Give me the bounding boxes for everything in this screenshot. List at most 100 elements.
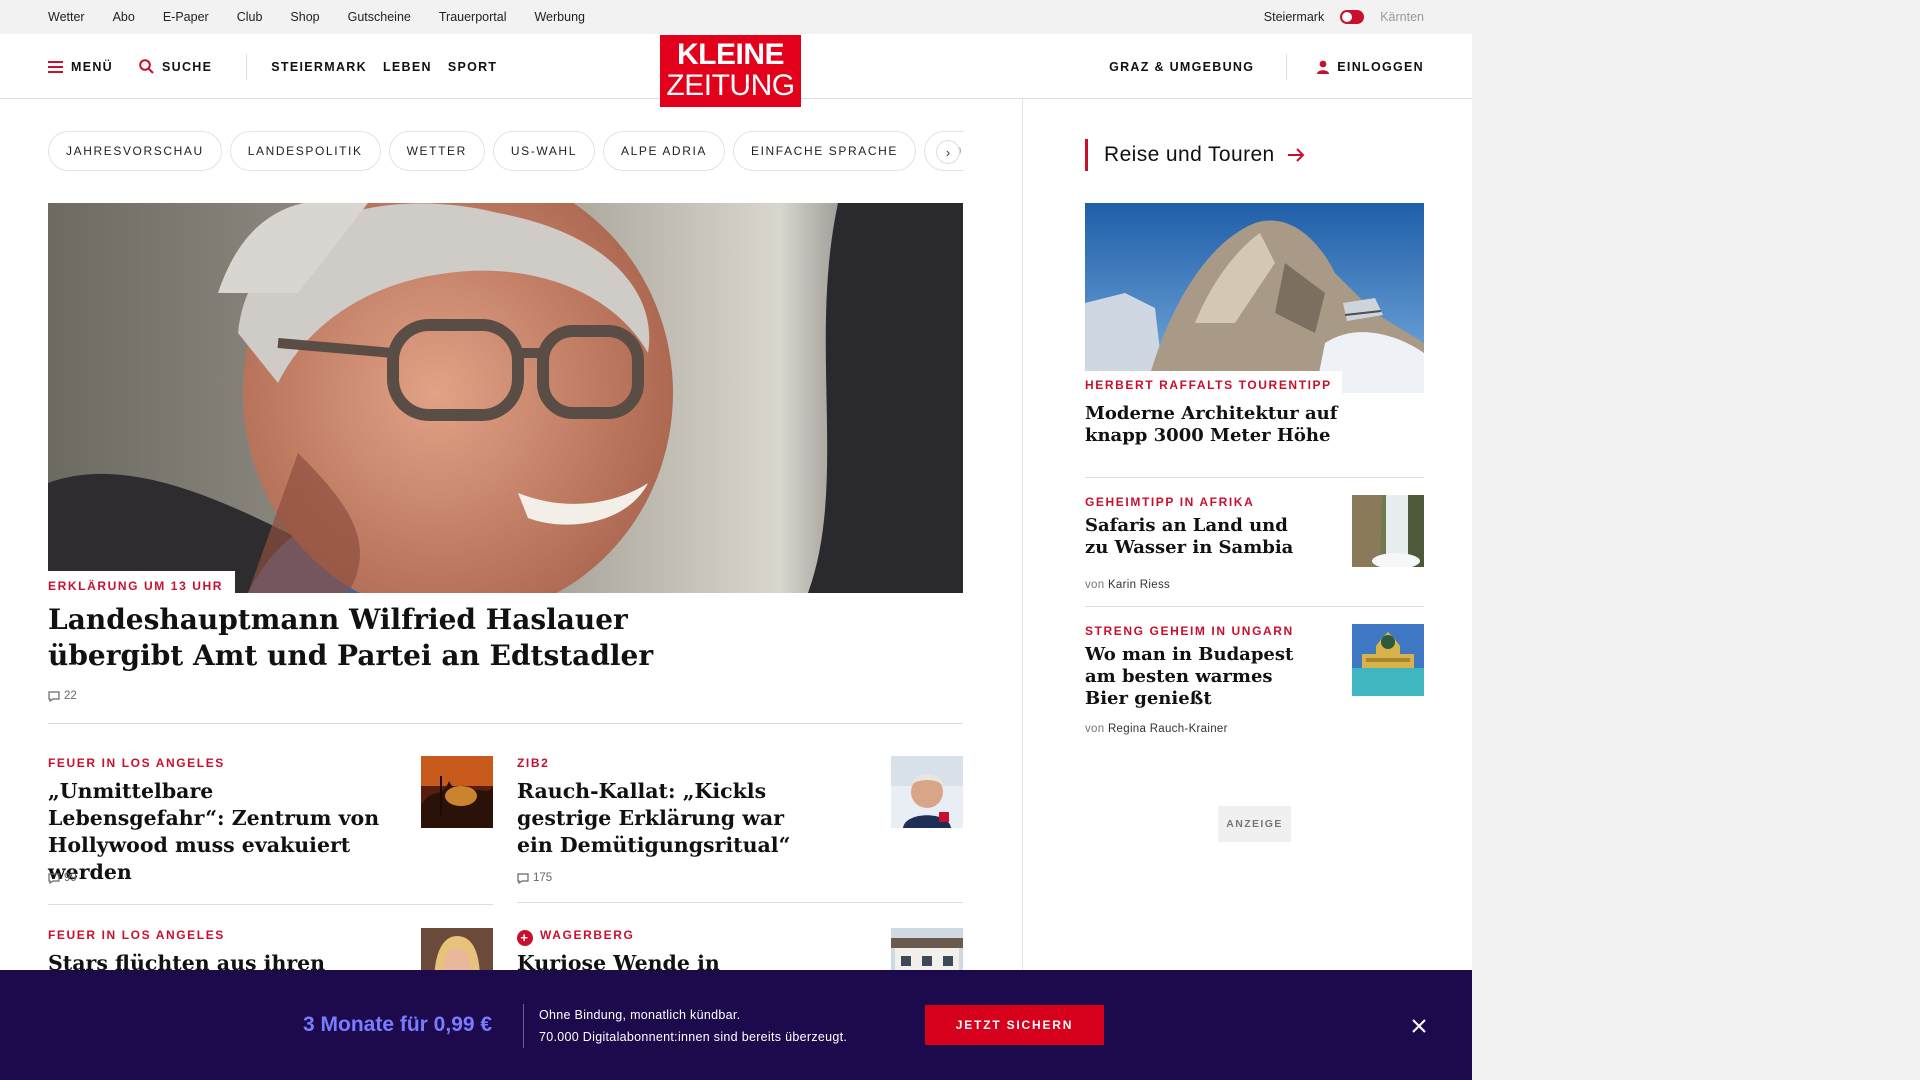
region-toggle[interactable]	[1340, 10, 1365, 24]
close-banner-button[interactable]	[1406, 1013, 1432, 1039]
header-divider	[246, 53, 248, 80]
pill-jahresvorschau[interactable]: JAHRESVORSCHAU	[48, 131, 222, 171]
pill-landespolitik[interactable]: LANDESPOLITIK	[229, 131, 381, 171]
utility-link-wetter[interactable]: Wetter	[48, 10, 85, 24]
region-switch: Steiermark Kärnten	[1264, 0, 1424, 34]
section-header-reise[interactable]: Reise und Touren	[1085, 139, 1305, 171]
travel-hero-image[interactable]	[1085, 203, 1424, 393]
article-comments[interactable]: 99	[48, 872, 77, 884]
article-thumbnail[interactable]	[891, 756, 963, 828]
pills-next-button[interactable]: ›	[936, 140, 960, 164]
article-headline[interactable]: „Unmittelbare Lebensgefahr“: Zentrum von…	[48, 778, 383, 886]
pill-wetter[interactable]: WETTER	[388, 131, 485, 171]
section-title: Reise und Touren	[1104, 143, 1275, 166]
pill-einfache-sprache[interactable]: EINFACHE SPRACHE	[733, 131, 916, 171]
hero-comments[interactable]: 22	[48, 690, 77, 702]
nav-sport[interactable]: SPORT	[448, 60, 498, 74]
hero-comment-count: 22	[64, 690, 77, 702]
subscribe-button[interactable]: JETZT SICHERN	[925, 1005, 1104, 1045]
article-kicker: FEUER IN LOS ANGELES	[48, 756, 225, 770]
logo-line-1: KLEINE	[676, 38, 785, 71]
hero-headline[interactable]: Landeshauptmann Wilfried Haslauer übergi…	[48, 602, 668, 674]
utility-link-epaper[interactable]: E-Paper	[163, 10, 209, 24]
promo-offer: 3 Monate für 0,99 €	[303, 1013, 493, 1036]
divider	[517, 902, 963, 903]
article-card[interactable]: FEUER IN LOS ANGELES „Unmittelbare Leben…	[48, 756, 493, 888]
header-divider-right	[1286, 53, 1288, 80]
article-kicker: + WAGERBERG	[517, 928, 634, 946]
nav-leben[interactable]: LEBEN	[383, 60, 432, 74]
close-icon	[1412, 1019, 1426, 1033]
article-kicker-text: WAGERBERG	[540, 928, 635, 942]
site-logo[interactable]: KLEINE ZEITUNG	[660, 35, 801, 107]
article-card[interactable]: ZIB2 Rauch-Kallat: „Kickls gestrige Erkl…	[517, 756, 963, 888]
author-name[interactable]: Karin Riess	[1108, 579, 1170, 591]
waterfall-photo	[1352, 495, 1424, 567]
column-divider	[1022, 99, 1023, 1080]
hero-image[interactable]	[48, 203, 963, 593]
utility-link-werbung[interactable]: Werbung	[534, 10, 585, 24]
article-thumbnail[interactable]	[421, 756, 493, 828]
travel-article-card[interactable]: STRENG GEHEIM IN UNGARN Wo man in Budape…	[1085, 624, 1424, 744]
search-button[interactable]: SUCHE	[139, 59, 212, 74]
budapest-bath-photo	[1352, 624, 1424, 696]
search-label: SUCHE	[162, 59, 213, 74]
comment-icon	[517, 872, 529, 884]
comment-icon	[48, 872, 60, 884]
login-label: EINLOGGEN	[1337, 59, 1424, 74]
author-name[interactable]: Regina Rauch-Krainer	[1108, 723, 1228, 735]
divider	[48, 723, 963, 724]
region-kaernten[interactable]: Kärnten	[1380, 10, 1424, 24]
article-headline[interactable]: Wo man in Budapest am besten warmes Bier…	[1085, 644, 1305, 710]
news-page: Wetter Abo E-Paper Club Shop Gutscheine …	[0, 0, 1472, 1080]
logo-line-2: ZEITUNG	[666, 69, 795, 102]
main-header: MENÜ SUCHE STEIERMARK LEBEN SPORT KLEINE…	[0, 34, 1472, 107]
article-kicker: ZIB2	[517, 756, 550, 770]
utility-link-shop[interactable]: Shop	[290, 10, 319, 24]
utility-link-club[interactable]: Club	[237, 10, 263, 24]
author-prefix: von	[1085, 579, 1105, 591]
hero-kicker: ERKLÄRUNG UM 13 UHR	[48, 571, 236, 593]
nav-graz-umgebung[interactable]: GRAZ & UMGEBUNG	[1109, 60, 1254, 74]
promo-text: Ohne Bindung, monatlich kündbar. 70.000 …	[539, 1004, 847, 1048]
hamburger-icon	[48, 60, 63, 73]
mountain-photo	[1085, 203, 1424, 393]
article-comment-count: 99	[64, 872, 77, 884]
article-author: von Karin Riess	[1085, 579, 1170, 591]
utility-link-gutscheine[interactable]: Gutscheine	[348, 10, 411, 24]
article-headline[interactable]: Rauch-Kallat: „Kickls gestrige Erklärung…	[517, 778, 807, 859]
article-kicker: STRENG GEHEIM IN UNGARN	[1085, 624, 1294, 638]
region-steiermark[interactable]: Steiermark	[1264, 10, 1324, 24]
portrait-photo	[48, 203, 963, 593]
topic-pills: JAHRESVORSCHAU LANDESPOLITIK WETTER US-W…	[48, 130, 964, 172]
pill-alpe-adria[interactable]: ALPE ADRIA	[602, 131, 725, 171]
pill-us-wahl[interactable]: US-WAHL	[492, 131, 595, 171]
login-button[interactable]: EINLOGGEN	[1317, 60, 1424, 74]
article-comments[interactable]: 175	[517, 872, 552, 884]
header-right-nav: GRAZ & UMGEBUNG EINLOGGEN	[1109, 34, 1424, 99]
nav-steiermark[interactable]: STEIERMARK	[271, 60, 367, 74]
arrow-right-icon	[1287, 148, 1305, 162]
portrait-thumbnail	[891, 756, 963, 828]
divider	[1085, 477, 1424, 478]
menu-button[interactable]: MENÜ	[48, 60, 113, 74]
travel-hero-headline[interactable]: Moderne Architektur auf knapp 3000 Meter…	[1085, 403, 1345, 447]
utility-link-trauerportal[interactable]: Trauerportal	[439, 10, 507, 24]
travel-article-card[interactable]: GEHEIMTIPP IN AFRIKA Safaris an Land und…	[1085, 495, 1424, 595]
menu-label: MENÜ	[71, 59, 114, 74]
travel-hero-kicker: HERBERT RAFFALTS TOURENTIPP	[1085, 371, 1342, 393]
utility-bar: Wetter Abo E-Paper Club Shop Gutscheine …	[0, 0, 1472, 34]
header-left-nav: MENÜ SUCHE STEIERMARK LEBEN SPORT	[48, 34, 523, 99]
author-prefix: von	[1085, 723, 1105, 735]
user-icon	[1317, 60, 1330, 74]
article-kicker: GEHEIMTIPP IN AFRIKA	[1085, 495, 1255, 509]
search-icon	[139, 59, 154, 74]
article-thumbnail[interactable]	[1352, 624, 1424, 696]
divider	[48, 904, 493, 905]
article-headline[interactable]: Safaris an Land und zu Wasser in Sambia	[1085, 515, 1305, 559]
divider	[1085, 606, 1424, 607]
article-comment-count: 175	[533, 872, 553, 884]
utility-link-abo[interactable]: Abo	[113, 10, 135, 24]
article-thumbnail[interactable]	[1352, 495, 1424, 567]
fire-photo	[421, 756, 493, 828]
